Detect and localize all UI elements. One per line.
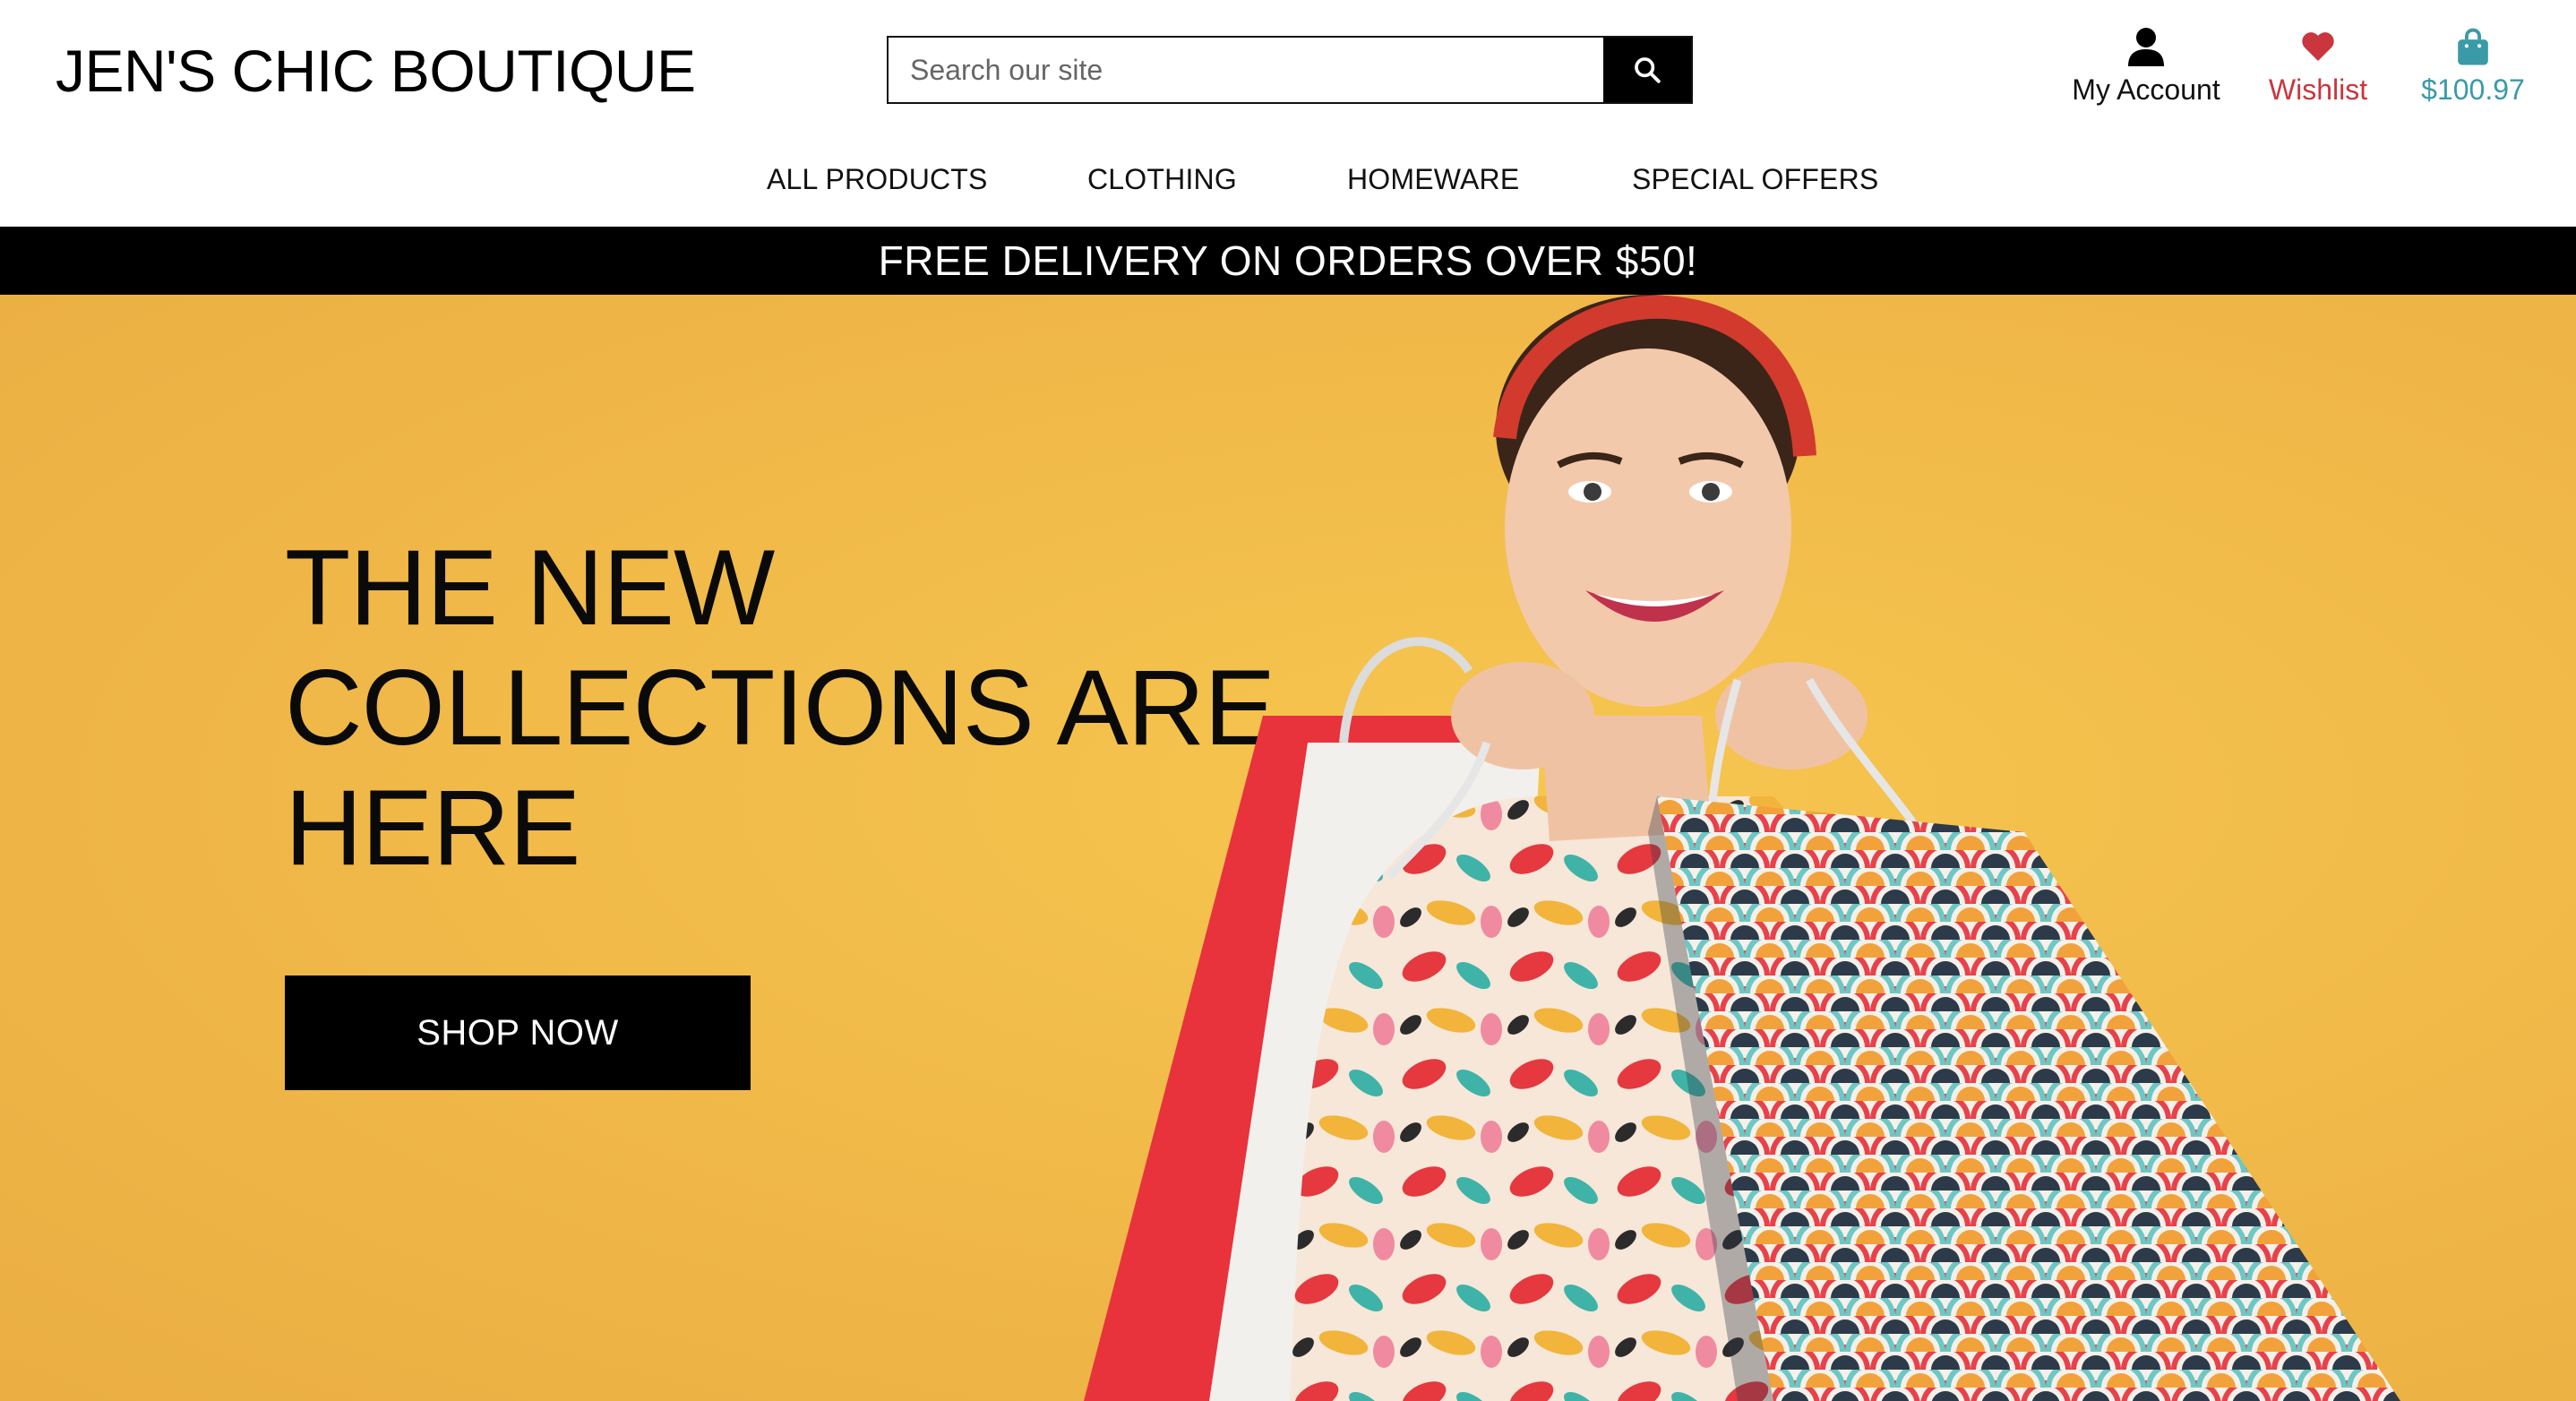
main-nav: ALL PRODUCTS CLOTHING HOMEWARE SPECIAL O… <box>0 154 2576 204</box>
search-input[interactable] <box>889 38 1603 102</box>
nav-clothing[interactable]: CLOTHING <box>1087 154 1237 204</box>
search-icon <box>1635 57 1661 83</box>
nav-all-products[interactable]: ALL PRODUCTS <box>767 154 988 204</box>
wishlist-label: Wishlist <box>2268 73 2368 106</box>
shopping-bag-icon <box>2458 28 2488 65</box>
nav-homeware[interactable]: HOMEWARE <box>1347 154 1519 204</box>
heart-icon <box>2302 32 2334 61</box>
search-button[interactable] <box>1603 38 1691 102</box>
hero-image-woman-with-shopping-bags <box>1084 295 2400 1401</box>
my-account-link[interactable]: My Account <box>2060 27 2232 107</box>
my-account-label: My Account <box>2072 73 2220 106</box>
search-form <box>887 36 1693 104</box>
site-header: JEN'S CHIC BOUTIQUE My Account Wishlist <box>0 0 2576 227</box>
shop-now-button[interactable]: SHOP NOW <box>285 976 751 1090</box>
user-icon <box>2128 28 2164 66</box>
hero-banner: THE NEW COLLECTIONS ARE HERE SHOP NOW <box>0 295 2576 1401</box>
wishlist-link[interactable]: Wishlist <box>2257 27 2379 107</box>
cart-link[interactable]: $100.97 <box>2411 27 2535 107</box>
cart-total: $100.97 <box>2421 73 2525 106</box>
promo-banner: FREE DELIVERY ON ORDERS OVER $50! <box>0 227 2576 295</box>
nav-special-offers[interactable]: SPECIAL OFFERS <box>1632 154 1878 204</box>
page: JEN'S CHIC BOUTIQUE My Account Wishlist <box>0 0 2576 1401</box>
brand-logo[interactable]: JEN'S CHIC BOUTIQUE <box>56 30 696 111</box>
